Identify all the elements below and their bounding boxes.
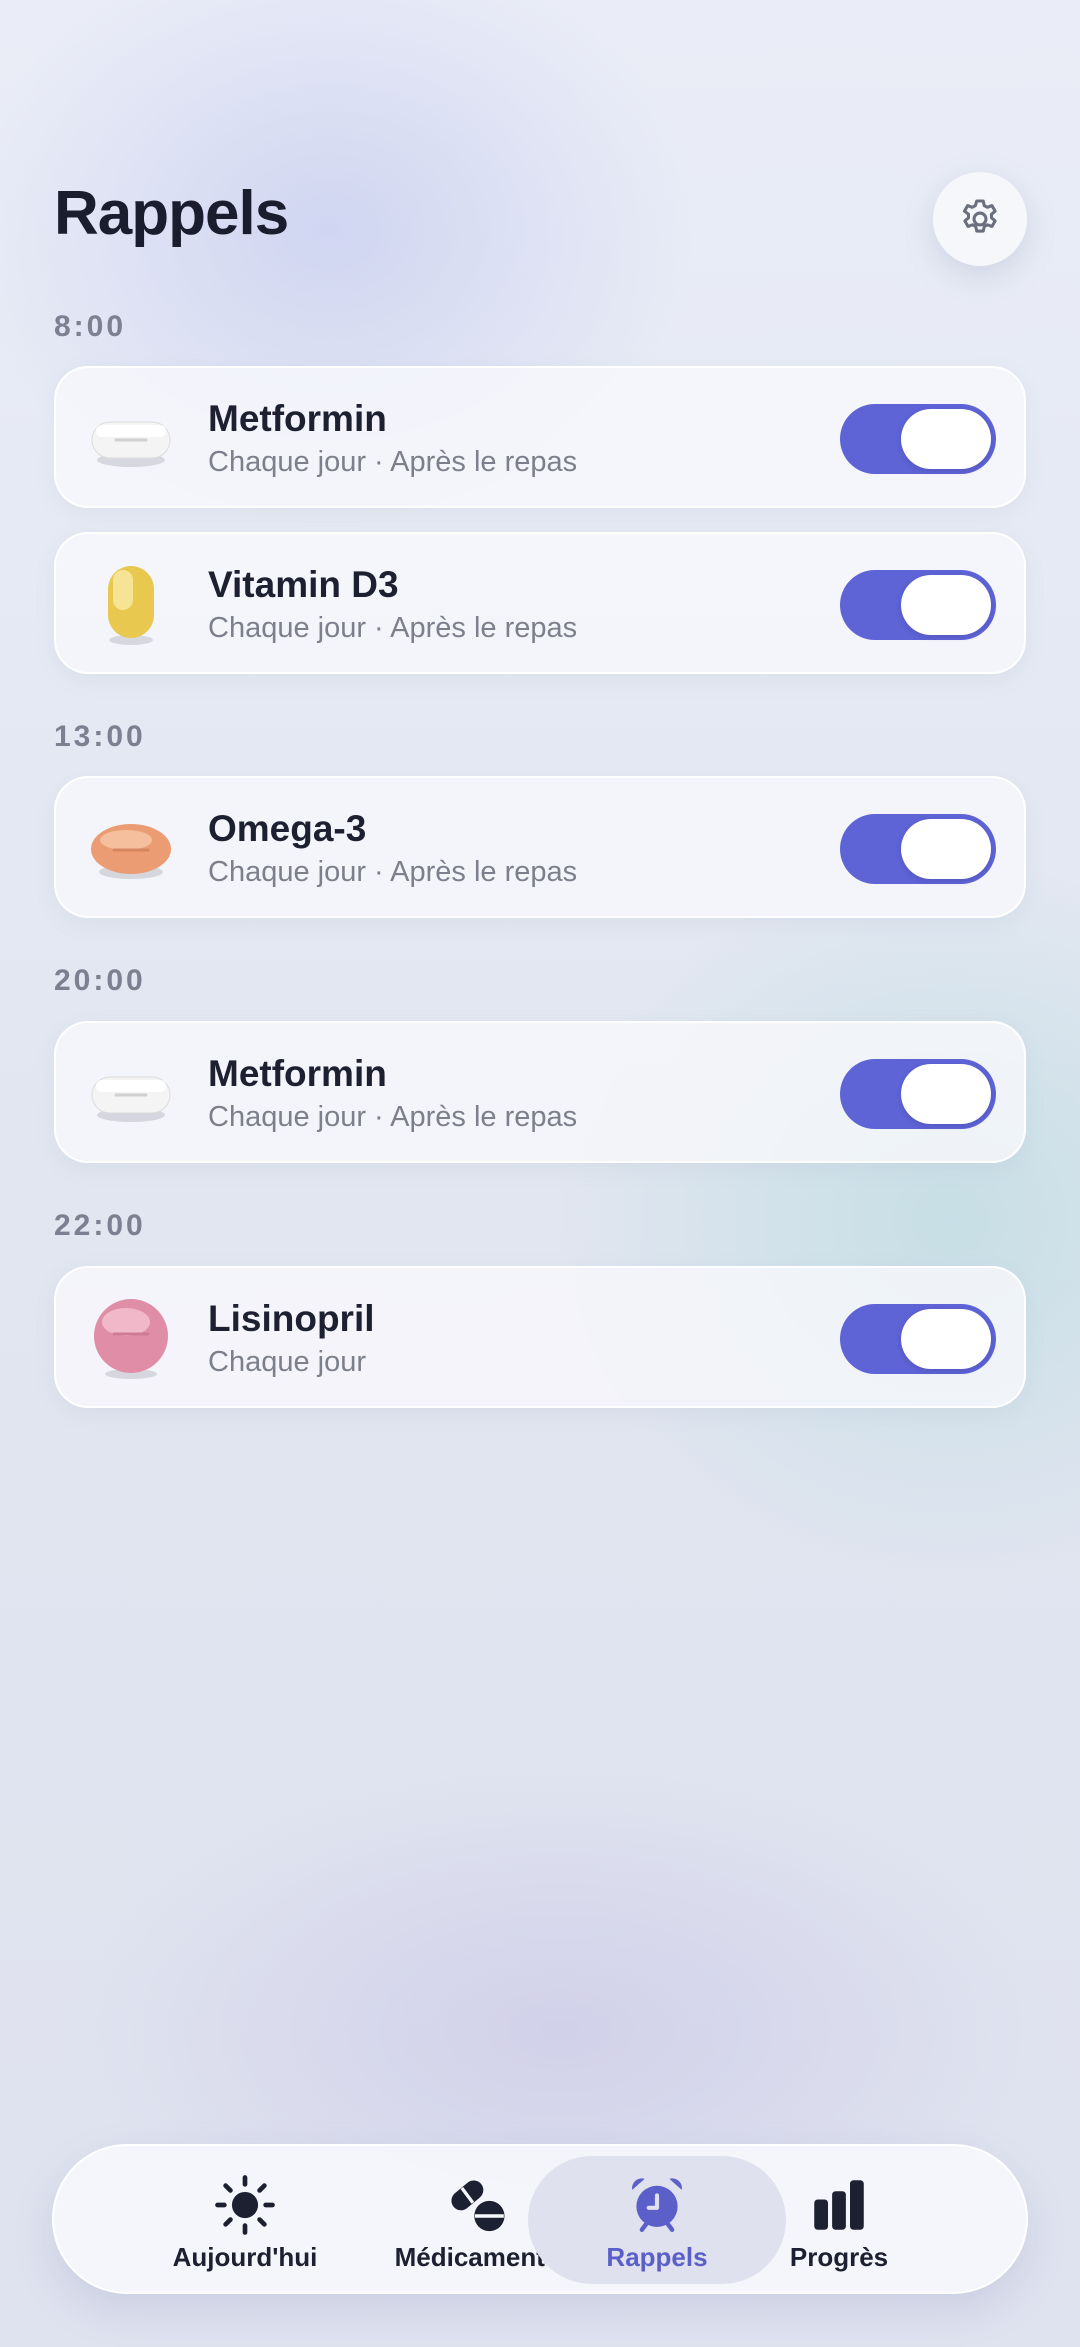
pill-thumbnail — [86, 1049, 176, 1139]
time-label: 20:00 — [54, 964, 146, 997]
reminder-card[interactable]: Metformin Chaque jour · Après le repas — [54, 366, 1026, 508]
tab-today[interactable]: Aujourd'hui — [116, 2156, 374, 2284]
reminder-toggle[interactable] — [840, 570, 996, 640]
time-label: 8:00 — [54, 310, 127, 343]
medication-schedule: Chaque jour · Après le repas — [208, 856, 578, 888]
toggle-knob — [901, 1064, 991, 1124]
toggle-knob — [901, 1309, 991, 1369]
pill-thumbnail — [86, 394, 176, 484]
reminder-toggle[interactable] — [840, 1304, 996, 1374]
sun-icon — [215, 2175, 275, 2235]
medication-name: Lisinopril — [208, 1298, 375, 1339]
medication-name: Metformin — [208, 1053, 387, 1094]
alarm-clock-icon — [632, 2178, 682, 2232]
bottom-tab-bar: Aujourd'hui Médicaments Rappels Progrès — [52, 2144, 1028, 2294]
reminder-toggle[interactable] — [840, 404, 996, 474]
tab-label: Progrès — [789, 2242, 889, 2272]
tab-label: Aujourd'hui — [172, 2242, 318, 2272]
medication-name: Vitamin D3 — [208, 564, 399, 605]
bar-chart-icon — [814, 2180, 864, 2230]
reminder-card[interactable]: Omega-3 Chaque jour · Après le repas — [54, 776, 1026, 918]
toggle-knob — [901, 819, 991, 879]
white-capsule-pill-icon — [91, 421, 171, 467]
pills-icon — [451, 2180, 505, 2232]
time-label: 13:00 — [54, 720, 146, 753]
medication-name: Omega-3 — [208, 808, 367, 849]
reminder-toggle[interactable] — [840, 814, 996, 884]
gear-icon — [962, 199, 997, 233]
toggle-knob — [901, 409, 991, 469]
medication-name: Metformin — [208, 398, 387, 439]
medication-schedule: Chaque jour — [208, 1346, 366, 1378]
pill-thumbnail — [86, 1294, 176, 1384]
reminder-card[interactable]: Lisinopril Chaque jour — [54, 1266, 1026, 1408]
page-title: Rappels — [54, 179, 289, 248]
orange-oval-pill-icon — [91, 824, 171, 879]
toggle-knob — [901, 575, 991, 635]
medication-schedule: Chaque jour · Après le repas — [208, 1101, 578, 1133]
pill-thumbnail — [86, 804, 176, 894]
medication-schedule: Chaque jour · Après le repas — [208, 446, 578, 478]
white-capsule-pill-icon — [91, 1076, 171, 1122]
pill-thumbnail — [86, 560, 176, 650]
reminder-toggle[interactable] — [840, 1059, 996, 1129]
reminder-card[interactable]: Vitamin D3 Chaque jour · Après le repas — [54, 532, 1026, 674]
tab-label: Rappels — [606, 2242, 708, 2272]
medication-schedule: Chaque jour · Après le repas — [208, 612, 578, 644]
pink-round-pill-icon — [94, 1299, 168, 1379]
time-label: 22:00 — [54, 1209, 146, 1242]
yellow-softgel-pill-icon — [108, 566, 154, 645]
reminder-card[interactable]: Metformin Chaque jour · Après le repas — [54, 1021, 1026, 1163]
settings-button[interactable] — [933, 172, 1027, 266]
tab-progress[interactable]: Progrès — [710, 2156, 968, 2284]
